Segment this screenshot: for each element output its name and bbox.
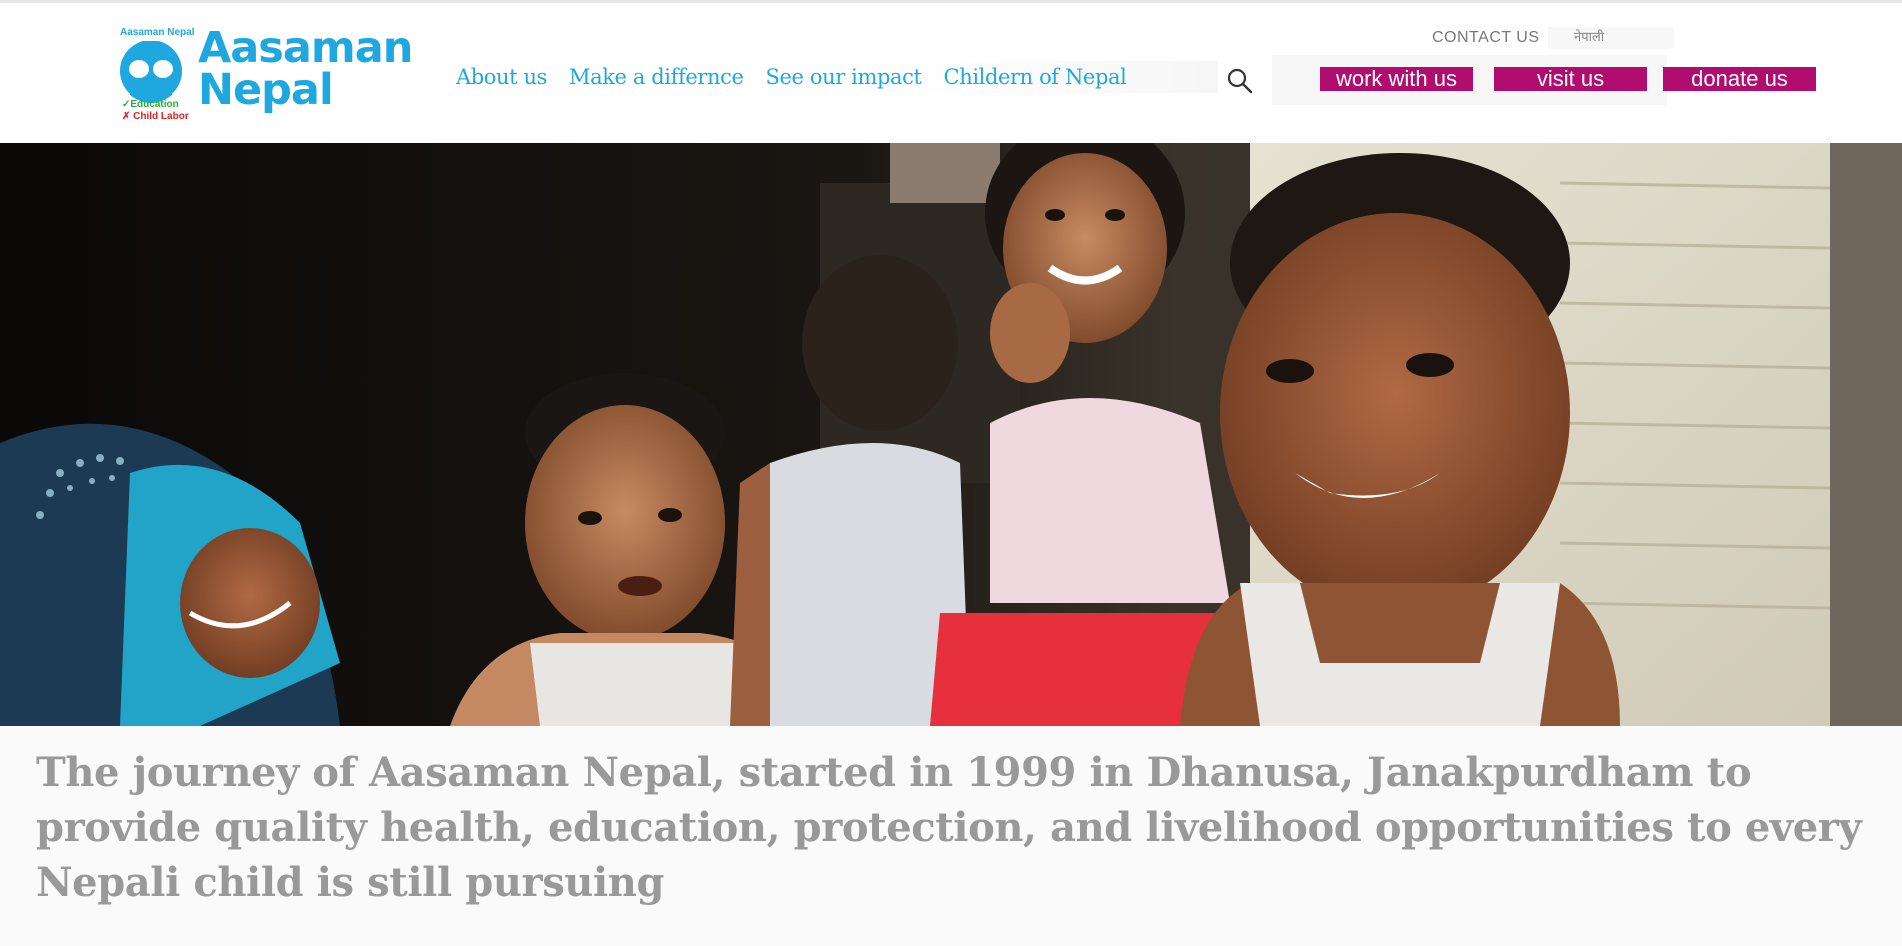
search-icon[interactable] <box>1226 67 1254 95</box>
main-nav: About us Make a differnce See our impact… <box>450 61 1219 93</box>
logo-word-line1: Aasaman <box>198 23 413 73</box>
language-switch[interactable]: नेपाली <box>1548 27 1674 49</box>
logo-tagline-education: ✓Education <box>122 99 179 110</box>
logo-wordmark: Aasaman Nepal <box>198 23 413 115</box>
nav-see-our-impact[interactable]: See our impact <box>766 65 922 89</box>
site-header: Aasaman Nepal ✓Education ✗ Child Labor A… <box>0 0 1902 143</box>
logo-small-name: Aasaman Nepal <box>120 27 195 38</box>
nav-about-us[interactable]: About us <box>456 65 547 89</box>
hero-photo-children <box>0 143 1902 726</box>
work-with-us-button[interactable]: work with us <box>1320 67 1473 91</box>
hero-image <box>0 143 1902 726</box>
nav-children-of-nepal[interactable]: Childern of Nepal <box>944 65 1127 89</box>
hero-caption: The journey of Aasaman Nepal, started in… <box>36 749 1862 906</box>
nav-make-a-difference[interactable]: Make a differnce <box>569 65 744 89</box>
logo[interactable]: Aasaman Nepal ✓Education ✗ Child Labor A… <box>118 27 428 127</box>
contact-us-link[interactable]: CONTACT US <box>1432 29 1540 47</box>
logo-word-line2: Nepal <box>198 65 334 115</box>
visit-us-button[interactable]: visit us <box>1494 67 1647 91</box>
donate-us-button[interactable]: donate us <box>1663 67 1816 91</box>
logo-tagline-labor: ✗ Child Labor <box>122 111 189 122</box>
